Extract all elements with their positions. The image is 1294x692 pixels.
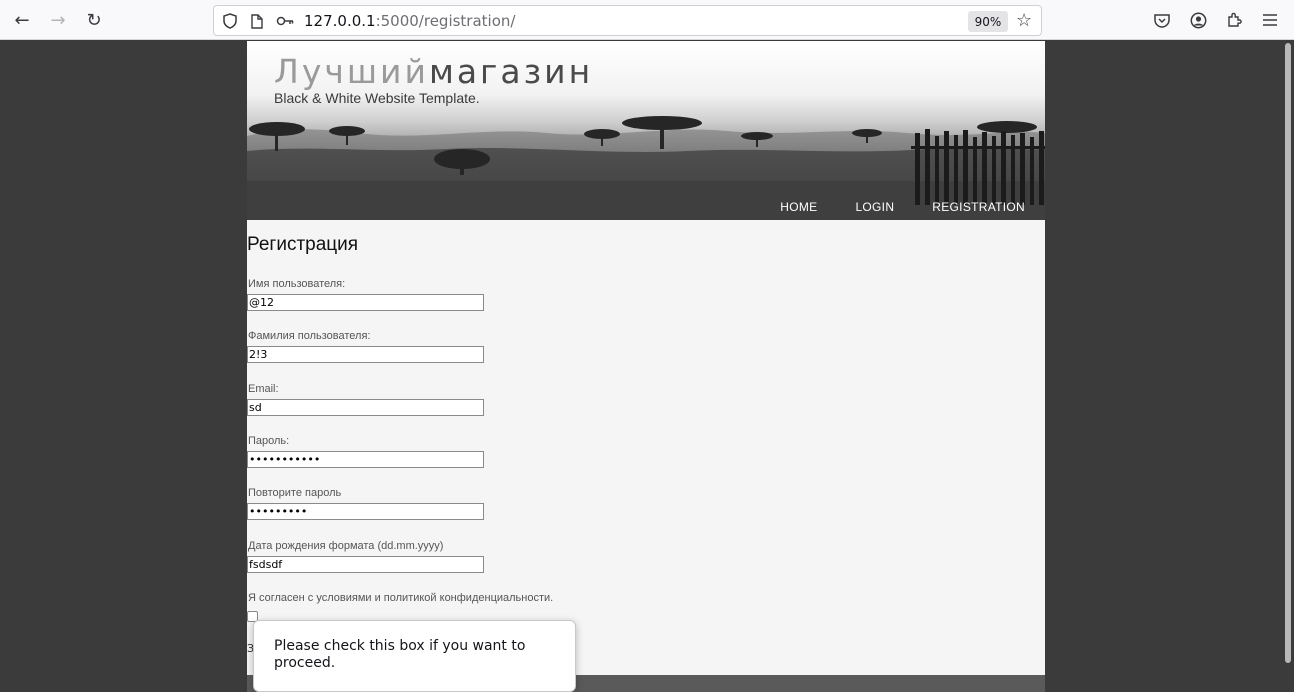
nav-home-link[interactable]: HOME: [780, 200, 817, 214]
email-label: Email:: [248, 383, 279, 395]
url-host: 127.0.0.1: [304, 12, 376, 30]
address-bar[interactable]: 127.0.0.1:5000/registration/ 90% ☆: [213, 5, 1042, 36]
password-repeat-label: Повторите пароль: [248, 487, 342, 499]
username-input[interactable]: [247, 294, 484, 311]
birthdate-label: Дата рождения формата (dd.mm.yyyy): [248, 540, 444, 552]
key-icon[interactable]: [276, 12, 294, 30]
password-input[interactable]: [247, 451, 484, 468]
username-label: Имя пользователя:: [248, 278, 346, 290]
password-label: Пароль:: [248, 435, 290, 447]
account-icon[interactable]: [1187, 9, 1209, 31]
browser-toolbar: ← → ↻ 127.0.0.1:5000/registration/ 90% ☆: [0, 0, 1294, 40]
birthdate-input[interactable]: [247, 556, 484, 573]
site-header: Лучшиймагазин Black & White Website Temp…: [247, 41, 1045, 220]
nav-registration-link[interactable]: REGISTRATION: [932, 200, 1025, 214]
zoom-level-badge[interactable]: 90%: [968, 11, 1008, 32]
email-input[interactable]: [247, 399, 484, 416]
password-repeat-input[interactable]: [247, 503, 484, 520]
hamburger-menu-icon[interactable]: [1259, 9, 1281, 31]
page-scrollbar[interactable]: [1285, 43, 1291, 663]
url-path: :5000/registration/: [375, 12, 516, 30]
validation-tooltip: Please check this box if you want to pro…: [253, 620, 576, 692]
pocket-icon[interactable]: [1151, 9, 1173, 31]
page-container: Лучшиймагазин Black & White Website Temp…: [247, 41, 1045, 675]
agree-label: Я согласен с условиями и политикой конфи…: [248, 592, 554, 604]
page-icon: [248, 12, 266, 30]
logo-part1: Лучший: [274, 52, 429, 91]
bookmark-star-icon[interactable]: ☆: [1016, 10, 1032, 31]
shield-icon[interactable]: [221, 12, 239, 30]
reload-icon[interactable]: ↻: [82, 8, 106, 32]
site-logo[interactable]: Лучшиймагазин: [274, 52, 593, 91]
url-text[interactable]: 127.0.0.1:5000/registration/: [304, 12, 515, 30]
lastname-label: Фамилия пользователя:: [248, 330, 371, 342]
site-tagline: Black & White Website Template.: [274, 90, 480, 106]
nav-login-link[interactable]: LOGIN: [855, 200, 894, 214]
logo-part2: магазин: [428, 52, 594, 91]
main-nav: HOME LOGIN REGISTRATION: [742, 200, 1025, 214]
lastname-input[interactable]: [247, 346, 484, 363]
extensions-icon[interactable]: [1223, 9, 1245, 31]
back-arrow-icon[interactable]: ←: [10, 8, 34, 32]
forward-arrow-icon[interactable]: →: [46, 8, 70, 32]
page-title: Регистрация: [247, 234, 359, 255]
